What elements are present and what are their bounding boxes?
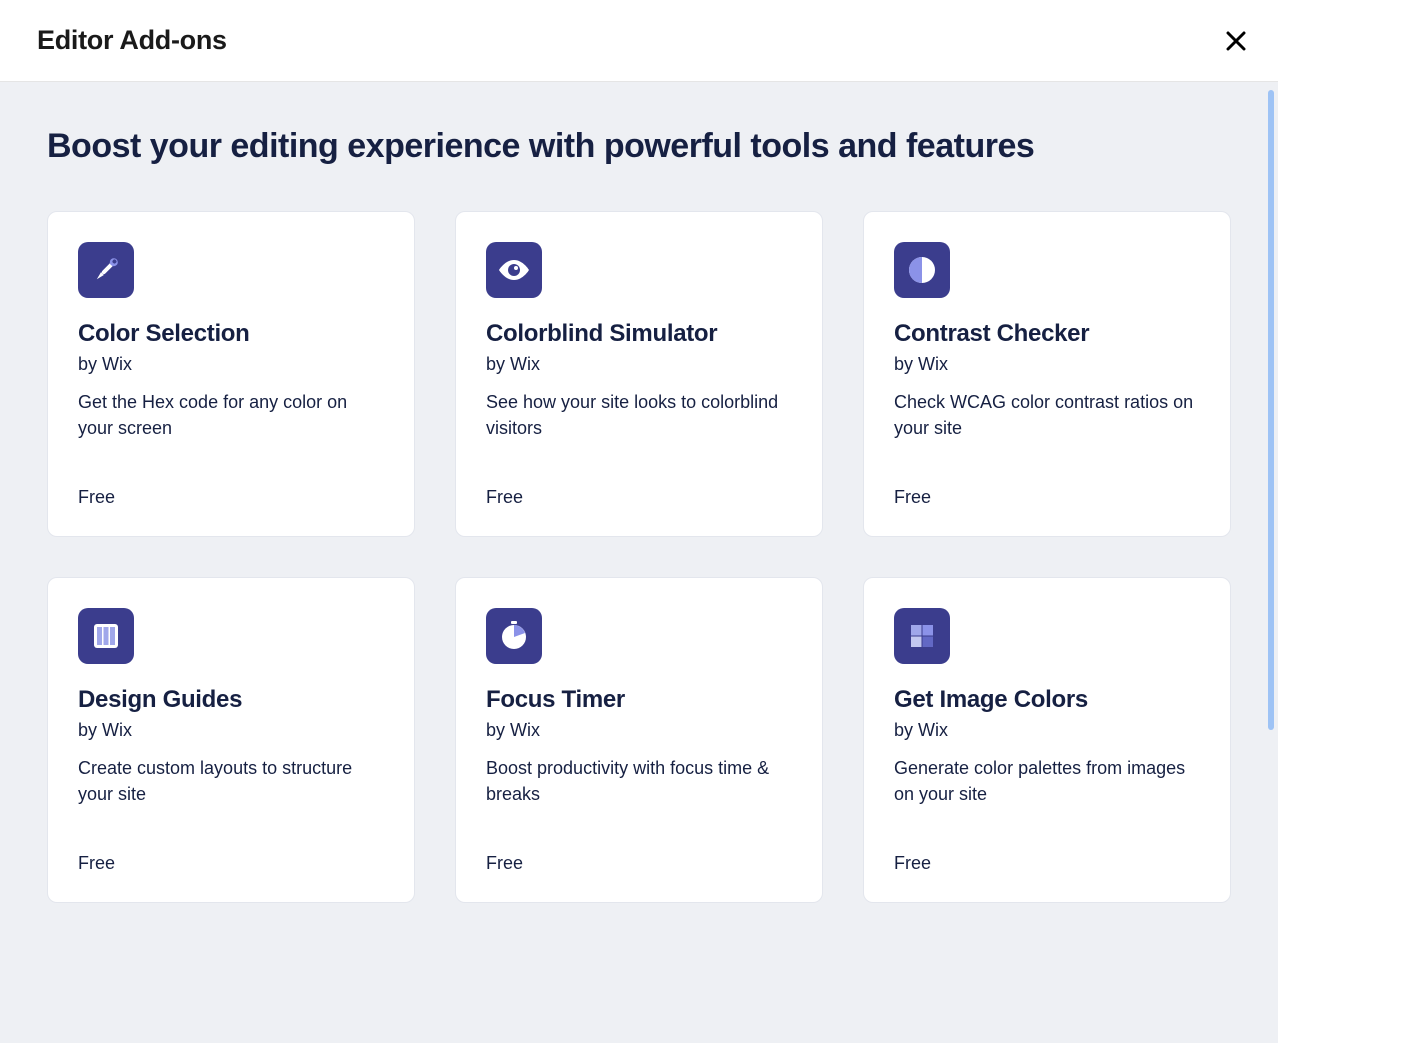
addon-author: by Wix — [78, 720, 384, 741]
scrollbar-thumb[interactable] — [1268, 90, 1274, 730]
addon-card-contrast-checker[interactable]: Contrast Checker by Wix Check WCAG color… — [863, 211, 1231, 537]
addon-card-focus-timer[interactable]: Focus Timer by Wix Boost productivity wi… — [455, 577, 823, 903]
addon-description: Get the Hex code for any color on your s… — [78, 389, 384, 465]
addons-grid: Color Selection by Wix Get the Hex code … — [47, 211, 1231, 903]
addon-card-colorblind-simulator[interactable]: Colorblind Simulator by Wix See how your… — [455, 211, 823, 537]
addon-description: Boost productivity with focus time & bre… — [486, 755, 792, 831]
addon-description: Generate color palettes from images on y… — [894, 755, 1200, 831]
addon-description: Check WCAG color contrast ratios on your… — [894, 389, 1200, 465]
addon-title: Colorblind Simulator — [486, 320, 792, 348]
eye-icon — [486, 242, 542, 298]
addon-author: by Wix — [894, 720, 1200, 741]
addon-price: Free — [486, 853, 792, 874]
modal-title: Editor Add-ons — [37, 25, 227, 56]
columns-icon — [78, 608, 134, 664]
addon-price: Free — [894, 487, 1200, 508]
addon-price: Free — [78, 487, 384, 508]
modal-header: Editor Add-ons — [0, 0, 1278, 82]
page-subtitle: Boost your editing experience with power… — [47, 127, 1231, 166]
addon-price: Free — [486, 487, 792, 508]
addon-author: by Wix — [894, 354, 1200, 375]
eyedropper-icon — [78, 242, 134, 298]
addon-price: Free — [894, 853, 1200, 874]
addon-card-get-image-colors[interactable]: Get Image Colors by Wix Generate color p… — [863, 577, 1231, 903]
addon-title: Get Image Colors — [894, 686, 1200, 714]
addon-description: Create custom layouts to structure your … — [78, 755, 384, 831]
addon-card-design-guides[interactable]: Design Guides by Wix Create custom layou… — [47, 577, 415, 903]
close-icon — [1226, 31, 1246, 51]
addon-card-color-selection[interactable]: Color Selection by Wix Get the Hex code … — [47, 211, 415, 537]
contrast-icon — [894, 242, 950, 298]
addon-author: by Wix — [486, 720, 792, 741]
addon-title: Focus Timer — [486, 686, 792, 714]
content-area: Boost your editing experience with power… — [0, 82, 1278, 1043]
addon-description: See how your site looks to colorblind vi… — [486, 389, 792, 465]
addon-price: Free — [78, 853, 384, 874]
addon-author: by Wix — [78, 354, 384, 375]
addon-author: by Wix — [486, 354, 792, 375]
addon-title: Color Selection — [78, 320, 384, 348]
addon-title: Design Guides — [78, 686, 384, 714]
timer-icon — [486, 608, 542, 664]
addon-title: Contrast Checker — [894, 320, 1200, 348]
close-button[interactable] — [1224, 29, 1248, 53]
swatch-icon — [894, 608, 950, 664]
